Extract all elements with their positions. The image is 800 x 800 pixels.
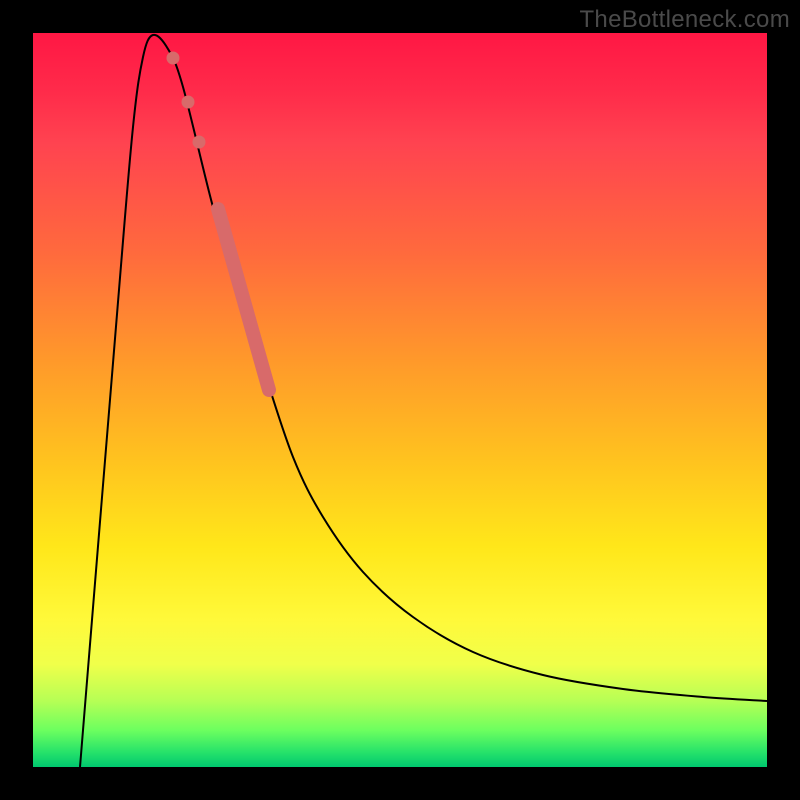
marker-dot bbox=[182, 96, 195, 109]
plot-area bbox=[33, 33, 767, 767]
bottleneck-curve bbox=[80, 35, 767, 767]
marker-dot bbox=[167, 52, 180, 65]
curve-svg bbox=[33, 33, 767, 767]
marker-bar bbox=[218, 209, 269, 390]
marker-dots bbox=[167, 52, 206, 149]
watermark-text: TheBottleneck.com bbox=[579, 6, 790, 34]
chart-frame: TheBottleneck.com bbox=[0, 0, 800, 800]
marker-dot bbox=[193, 136, 206, 149]
